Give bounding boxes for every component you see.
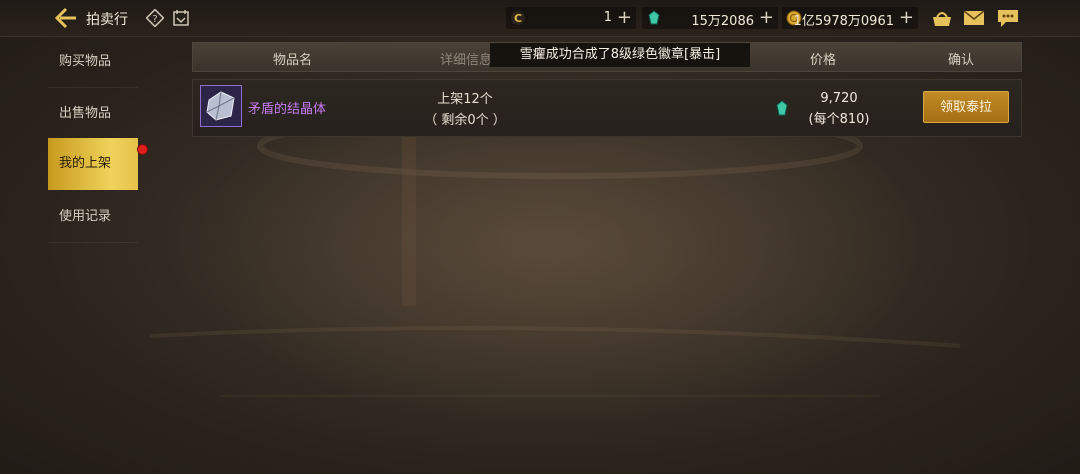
total-price: 9,720 (820, 91, 858, 106)
column-confirm: 确认 (948, 53, 975, 68)
top-bar: 拍卖行 ? C 1 + 15万2086 + 1亿5978万0961 + (0, 0, 1080, 37)
remaining-quantity: （ 剩余0个 ） (424, 113, 506, 128)
sidebar-item-history[interactable]: 使用记录 (48, 191, 138, 243)
listed-quantity: 上架12个 (437, 92, 493, 107)
notification-badge (137, 144, 148, 155)
green-gem-icon (646, 10, 662, 26)
currency-gem: 15万2086 + (642, 7, 778, 29)
column-name: 物品名 (273, 53, 313, 68)
sidebar-item-sell[interactable]: 出售物品 (48, 88, 138, 140)
sidebar-item-my-listings[interactable]: 我的上架 (48, 138, 138, 190)
page-title: 拍卖行 (86, 12, 128, 28)
table-row: 矛盾的结晶体 上架12个 （ 剩余0个 ） 9,720 (每个810) 领取泰拉 (192, 79, 1022, 137)
green-gem-icon (775, 100, 789, 116)
claim-tera-button[interactable]: 领取泰拉 (923, 91, 1009, 123)
sidebar-item-buy[interactable]: 购买物品 (48, 36, 138, 88)
unit-price: (每个810) (808, 112, 870, 127)
chat-icon[interactable] (996, 8, 1020, 28)
svg-text:C: C (514, 12, 522, 25)
mail-icon[interactable] (962, 8, 986, 28)
add-currency-button[interactable]: + (759, 7, 774, 29)
calendar-icon[interactable] (172, 9, 190, 27)
column-detail: 详细信息 (440, 53, 493, 68)
currency-value: 15万2086 (691, 14, 754, 29)
item-slot[interactable] (200, 85, 242, 127)
svg-text:?: ? (152, 14, 157, 25)
currency-gold: 1亿5978万0961 + (782, 7, 918, 29)
add-currency-button[interactable]: + (899, 7, 914, 29)
system-notification-toast: 雪癯成功合成了8级绿色徽章[暴击] (490, 43, 750, 67)
currency-value: 1 (603, 10, 612, 25)
coin-c-icon: C (510, 10, 526, 26)
help-icon[interactable]: ? (145, 8, 165, 28)
bag-icon[interactable] (930, 8, 954, 28)
back-arrow-icon[interactable] (54, 7, 78, 29)
add-currency-button[interactable]: + (617, 7, 632, 29)
item-name: 矛盾的结晶体 (248, 102, 327, 117)
crystal-icon (206, 91, 235, 121)
sidebar: 购买物品 出售物品 我的上架 使用记录 (0, 36, 140, 474)
currency-value: 1亿5978万0961 (793, 14, 894, 29)
currency-c: C 1 + (506, 7, 636, 29)
column-price: 价格 (810, 53, 837, 68)
